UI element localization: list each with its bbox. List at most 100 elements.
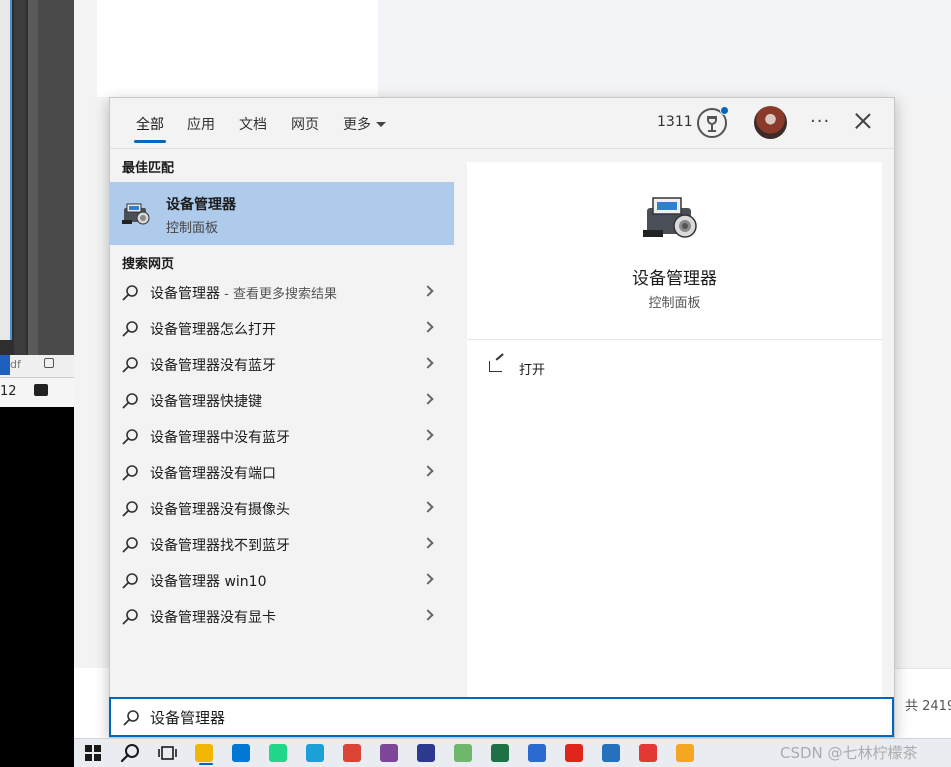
web-result-row[interactable]: 设备管理器没有显卡 xyxy=(110,598,454,634)
edge-icon[interactable] xyxy=(306,744,324,762)
device-manager-icon xyxy=(643,197,697,238)
bottom-number: 12 xyxy=(0,384,17,399)
web-search-heading: 搜索网页 xyxy=(122,257,175,272)
chevron-right-icon xyxy=(422,357,434,369)
search-icon xyxy=(123,710,139,726)
notepad-icon[interactable] xyxy=(454,744,472,762)
chevron-right-icon xyxy=(422,465,434,477)
status-text: df xyxy=(10,358,21,371)
search-icon xyxy=(122,393,138,409)
web-result-label: 设备管理器没有摄像头 xyxy=(150,502,290,518)
search-icon xyxy=(122,609,138,625)
search-icon[interactable] xyxy=(119,742,141,764)
avatar[interactable] xyxy=(754,106,787,139)
web-result-row[interactable]: 设备管理器 - 查看更多搜索结果 xyxy=(110,274,454,310)
web-result-label: 设备管理器没有蓝牙 xyxy=(150,358,276,374)
search-icon xyxy=(122,429,138,445)
taskbar: CSDN @七林柠檬茶 xyxy=(74,738,951,767)
windows-logo[interactable] xyxy=(82,742,104,764)
chrome-icon[interactable] xyxy=(343,744,361,762)
tor-icon[interactable] xyxy=(380,744,398,762)
web-result-label: 设备管理器中没有蓝牙 xyxy=(150,430,290,446)
remote-icon[interactable] xyxy=(528,744,546,762)
background-status-bar: df xyxy=(0,355,74,377)
web-result-row[interactable]: 设备管理器没有端口 xyxy=(110,454,454,490)
web-result-row[interactable]: 设备管理器快捷键 xyxy=(110,382,454,418)
best-match-name: 设备管理器 xyxy=(166,197,236,213)
chevron-right-icon xyxy=(422,321,434,333)
open-icon xyxy=(489,361,502,372)
best-match-subtitle: 控制面板 xyxy=(166,221,219,236)
rewards-trophy-icon[interactable] xyxy=(697,106,729,138)
watermark: CSDN @七林柠檬茶 xyxy=(780,744,918,762)
web-result-row[interactable]: 设备管理器怎么打开 xyxy=(110,310,454,346)
powershell-icon[interactable] xyxy=(602,744,620,762)
web-result-label: 设备管理器找不到蓝牙 xyxy=(150,538,290,554)
tab-web[interactable]: 网页 xyxy=(291,114,319,134)
youdao-icon[interactable] xyxy=(565,744,583,762)
wps-icon[interactable] xyxy=(639,744,657,762)
app-icon xyxy=(0,355,10,375)
preview-title: 设备管理器 xyxy=(632,269,717,289)
tab-more[interactable]: 更多 xyxy=(343,114,386,134)
tab-apps[interactable]: 应用 xyxy=(187,114,215,134)
search-icon xyxy=(122,573,138,589)
search-icon xyxy=(122,465,138,481)
web-result-row[interactable]: 设备管理器中没有蓝牙 xyxy=(110,418,454,454)
rewards-points: 1311 xyxy=(657,114,693,130)
background-page-footer: 共 2419 xyxy=(895,668,951,738)
best-match-item[interactable]: 设备管理器 控制面板 xyxy=(110,182,454,245)
vscode-icon[interactable] xyxy=(232,744,250,762)
close-button[interactable] xyxy=(854,112,872,130)
web-result-label: 设备管理器快捷键 xyxy=(150,394,262,410)
windows-search-panel: 全部 应用 文档 网页 更多 1311 ··· 最佳匹配 设备管理器 控制面板 … xyxy=(109,97,895,738)
results-list: 最佳匹配 设备管理器 控制面板 搜索网页 设备管理器 - 查看更多搜索结果 设备管… xyxy=(110,150,466,697)
search-icon xyxy=(122,285,138,301)
building-icon[interactable] xyxy=(417,744,435,762)
folder-icon[interactable] xyxy=(195,744,213,765)
chevron-right-icon xyxy=(422,573,434,585)
preview-pane: 设备管理器 控制面板 打开 xyxy=(467,162,882,698)
web-result-row[interactable]: 设备管理器没有蓝牙 xyxy=(110,346,454,382)
web-result-label: 设备管理器 win10 xyxy=(150,574,267,590)
search-icon xyxy=(122,357,138,373)
web-result-suffix: - 查看更多搜索结果 xyxy=(220,287,337,302)
open-action-label: 打开 xyxy=(519,363,546,378)
task-view-icon[interactable] xyxy=(156,742,178,764)
web-result-label: 设备管理器没有端口 xyxy=(150,466,276,482)
chevron-right-icon xyxy=(422,501,434,513)
weather-icon[interactable] xyxy=(676,744,694,762)
chevron-right-icon xyxy=(422,609,434,621)
chevron-right-icon xyxy=(422,393,434,405)
divider xyxy=(467,339,882,340)
web-result-row[interactable]: 设备管理器 win10 xyxy=(110,562,454,598)
web-result-label: 设备管理器 - 查看更多搜索结果 xyxy=(150,286,337,302)
search-tabs-bar: 全部 应用 文档 网页 更多 1311 ··· xyxy=(110,98,894,149)
preview-subtitle: 控制面板 xyxy=(648,296,701,311)
lock-icon xyxy=(44,358,54,368)
sheet-icon[interactable] xyxy=(491,744,509,762)
clion-icon[interactable] xyxy=(269,744,287,762)
background-page-right xyxy=(378,0,951,97)
notification-dot xyxy=(720,106,729,115)
best-match-heading: 最佳匹配 xyxy=(122,161,175,176)
tab-documents[interactable]: 文档 xyxy=(239,114,267,134)
chevron-right-icon xyxy=(422,537,434,549)
web-result-row[interactable]: 设备管理器找不到蓝牙 xyxy=(110,526,454,562)
search-icon xyxy=(122,321,138,337)
chevron-right-icon xyxy=(422,429,434,441)
background-bottom-bar: 12 xyxy=(0,377,74,407)
web-result-row[interactable]: 设备管理器没有摄像头 xyxy=(110,490,454,526)
search-box[interactable] xyxy=(109,697,894,737)
search-icon xyxy=(122,501,138,517)
search-input[interactable] xyxy=(150,705,870,729)
caret-down-icon xyxy=(376,122,386,127)
background-app-window: df 12 xyxy=(0,0,74,407)
more-options-button[interactable]: ··· xyxy=(810,111,830,132)
tab-all[interactable]: 全部 xyxy=(134,114,166,143)
search-icon xyxy=(122,537,138,553)
web-result-label: 设备管理器没有显卡 xyxy=(150,610,276,626)
total-count-text: 共 2419 xyxy=(905,699,951,714)
comment-icon xyxy=(34,384,48,396)
device-manager-icon xyxy=(122,203,150,225)
